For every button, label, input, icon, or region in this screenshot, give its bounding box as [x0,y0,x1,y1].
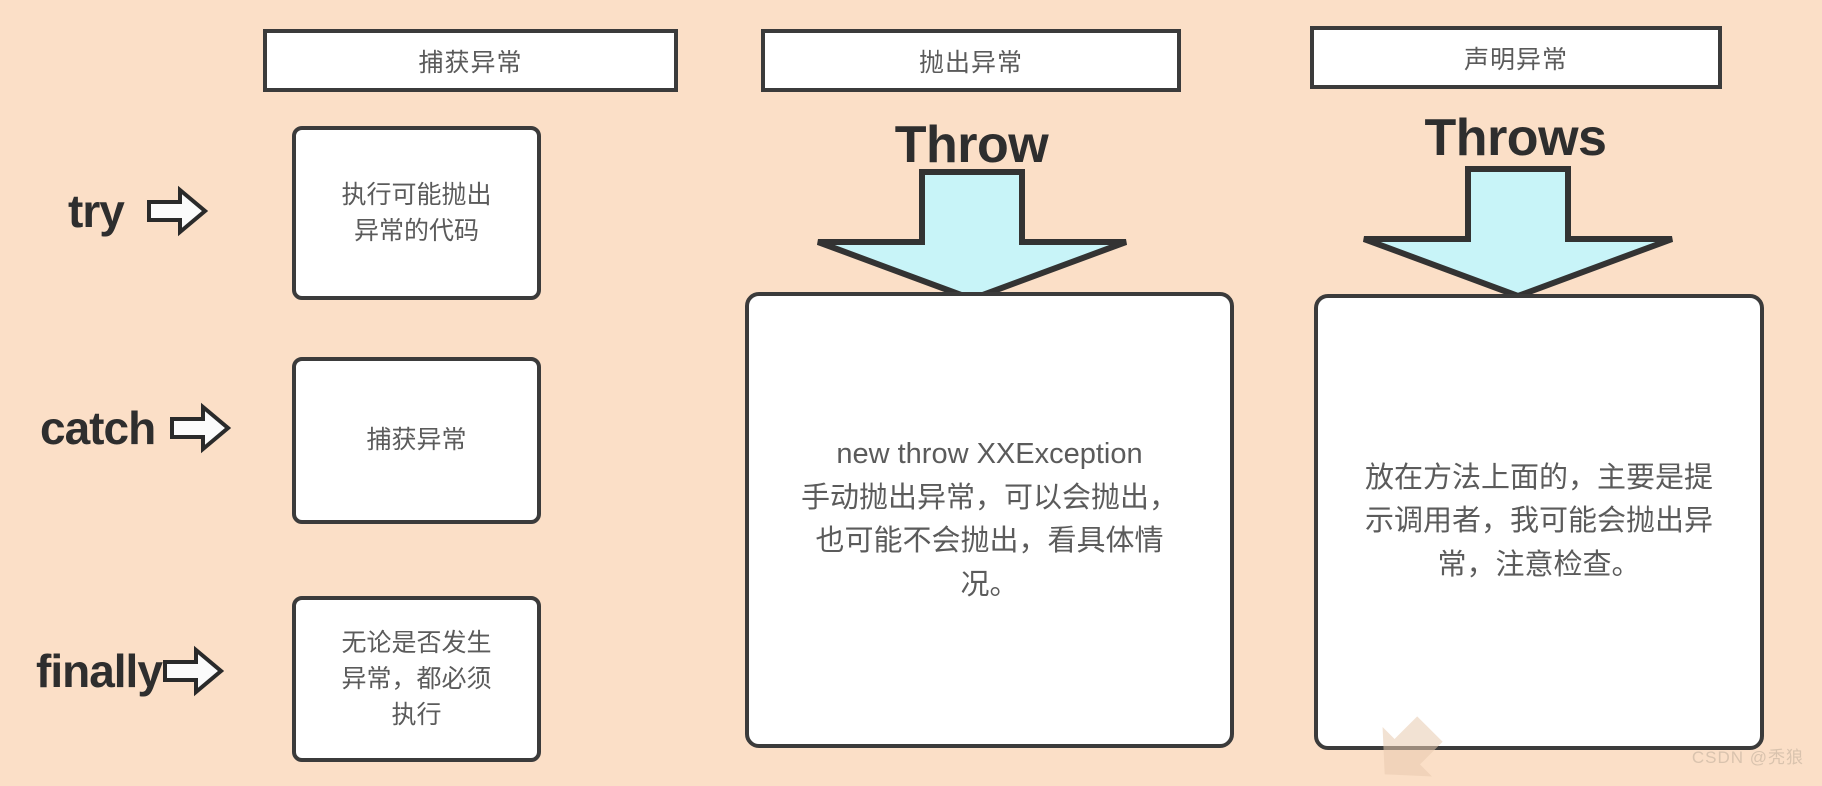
step-label-catch-text: catch [40,402,156,454]
arrow-right-icon [162,645,224,697]
column-title-throw-text: Throw [894,116,1049,174]
step-box-catch-text: 捕获异常 [366,426,467,455]
diagram-canvas: 捕获异常 抛出异常 声明异常 try catch finally 执行可能抛出异… [0,0,1822,778]
step-box-try: 执行可能抛出 异常的代码 [292,126,541,300]
step-label-catch: catch [40,397,263,459]
arrow-right-icon [146,185,208,237]
panel-throw-text: new throw XXException 手动抛出异常，可以会抛出， 也可能不会抛… [800,438,1178,601]
column-title-throws: Throws [1318,108,1713,168]
column-title-throws-text: Throws [1424,109,1607,167]
header-box-catch-label: 捕获异常 [418,48,523,77]
step-label-finally-text: finally [36,645,163,697]
header-box-throw-label: 抛出异常 [918,48,1023,77]
header-box-throw: 抛出异常 [761,29,1181,92]
panel-throws: 放在方法上面的，主要是提 示调用者，我可能会抛出异 常，注意检查。 [1314,294,1764,750]
step-label-finally: finally [36,640,263,702]
step-box-finally: 无论是否发生 异常，都必须 执行 [292,596,541,762]
down-arrow-icon-throws [1362,166,1674,300]
step-label-try: try [68,180,263,242]
arrow-right-icon [170,402,232,454]
header-box-catch: 捕获异常 [263,29,678,92]
header-box-throws: 声明异常 [1310,26,1722,89]
step-box-catch: 捕获异常 [292,357,541,524]
step-box-finally-text: 无论是否发生 异常，都必须 执行 [341,628,492,730]
watermark-arrow-icon [1382,716,1443,777]
step-label-try-text: try [68,185,125,237]
panel-throws-text: 放在方法上面的，主要是提 示调用者，我可能会抛出异 常，注意检查。 [1364,461,1713,581]
header-box-throws-label: 声明异常 [1463,45,1568,74]
down-arrow-icon-throw [816,169,1128,303]
column-title-throw: Throw [789,115,1154,175]
panel-throw: new throw XXException 手动抛出异常，可以会抛出， 也可能不会抛… [745,292,1234,748]
watermark-label: CSDN @秃狼 [1691,748,1804,767]
step-box-try-text: 执行可能抛出 异常的代码 [341,180,492,245]
